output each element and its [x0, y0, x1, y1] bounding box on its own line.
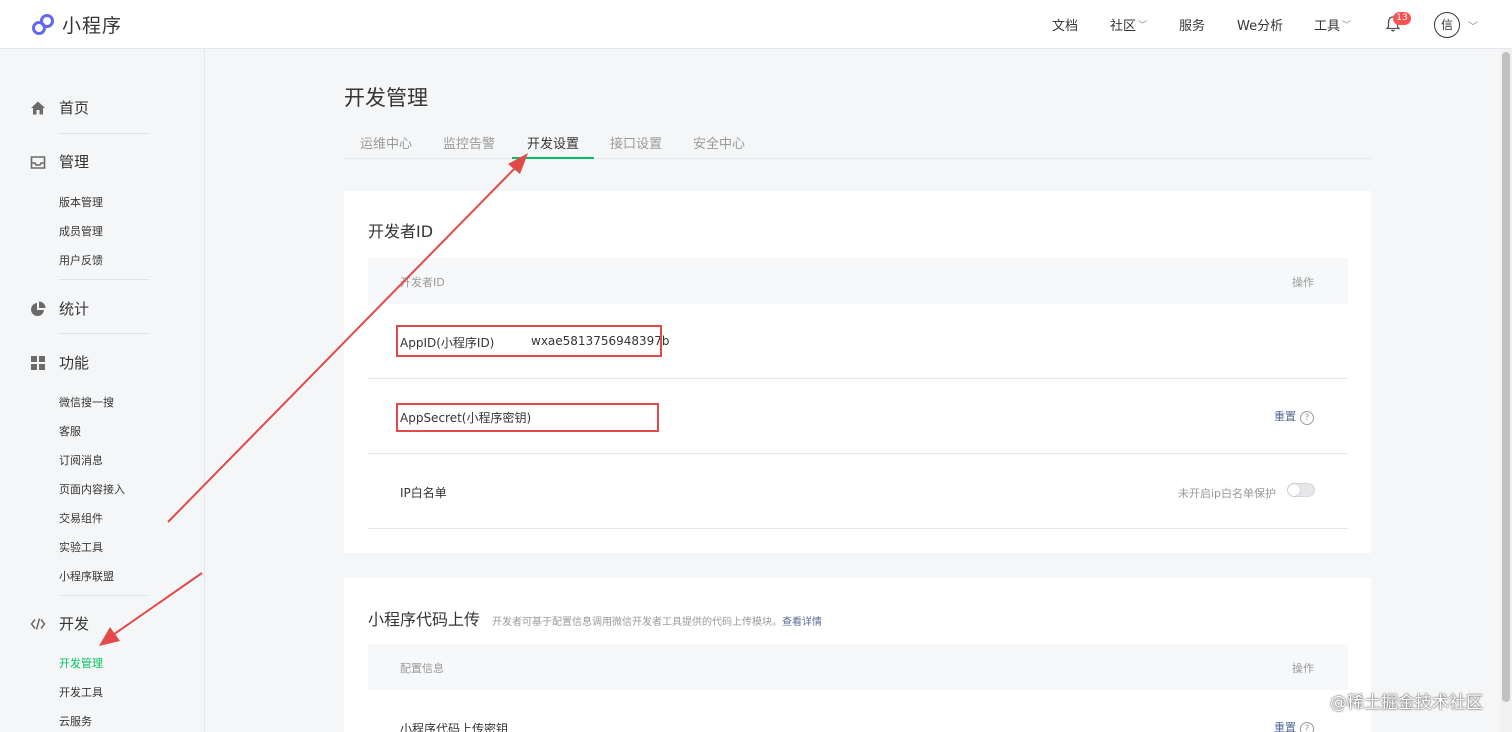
card-title: 小程序代码上传: [368, 610, 481, 629]
grid-icon: [31, 355, 45, 370]
sidebar-item-experiment-tools[interactable]: 实验工具: [59, 539, 103, 555]
table-header: 配置信息 操作: [368, 644, 1348, 690]
table-row-upload-key: 小程序代码上传密钥 重置?: [368, 690, 1348, 732]
divider: [59, 333, 149, 334]
code-upload-card: 小程序代码上传 开发者可基于配置信息调用微信开发者工具提供的代码上传模块。 查看…: [344, 578, 1371, 732]
column-header: 配置信息: [400, 662, 444, 675]
nav-docs-label: 文档: [1052, 18, 1079, 34]
nav-tools-label: 工具: [1314, 18, 1341, 34]
sidebar-item-home[interactable]: 首页: [30, 97, 89, 118]
nav-community-label: 社区: [1110, 18, 1137, 34]
chevron-down-icon: ﹀: [1138, 20, 1148, 31]
nav-docs[interactable]: 文档: [1052, 0, 1078, 48]
sidebar-section-develop[interactable]: 开发: [30, 613, 89, 634]
sidebar-item-label: 首页: [59, 99, 90, 117]
sidebar-item-user-feedback[interactable]: 用户反馈: [59, 252, 103, 268]
divider: [59, 133, 149, 134]
sidebar-item-cloud-service[interactable]: 云服务: [59, 713, 92, 729]
notification-badge: 13: [1393, 12, 1411, 25]
sidebar-item-label: 统计: [59, 300, 90, 318]
column-header: 开发者ID: [400, 276, 445, 289]
upload-key-label: 小程序代码上传密钥: [400, 722, 509, 732]
tab-ops-center[interactable]: 运维中心: [360, 133, 412, 152]
ip-whitelist-toggle[interactable]: [1287, 483, 1315, 497]
scrollbar-thumb[interactable]: [1502, 52, 1510, 702]
developer-id-card: 开发者ID 开发者ID 操作 AppID(小程序ID) wxae58137569…: [344, 191, 1371, 553]
nav-we-analysis-label: We分析: [1237, 18, 1284, 34]
reset-appsecret[interactable]: 重置?: [1274, 408, 1314, 425]
divider: [59, 279, 149, 280]
ip-whitelist-label: IP白名单: [400, 486, 447, 500]
help-icon[interactable]: ?: [1300, 411, 1314, 425]
nav-tools[interactable]: 工具 ﹀: [1314, 0, 1351, 48]
sidebar-item-dev-manage[interactable]: 开发管理: [59, 655, 103, 671]
sidebar-section-features[interactable]: 功能: [30, 352, 89, 373]
active-tab-indicator: [512, 157, 594, 159]
sidebar-section-label: 功能: [59, 354, 90, 372]
ip-whitelist-status: 未开启ip白名单保护: [1178, 487, 1277, 500]
sidebar-item-subscribe-message[interactable]: 订阅消息: [59, 452, 103, 468]
miniprogram-logo-icon: [32, 13, 54, 35]
help-icon[interactable]: ?: [1300, 722, 1314, 732]
reset-upload-key[interactable]: 重置?: [1274, 719, 1314, 732]
nav-services-label: 服务: [1179, 18, 1206, 34]
tab-dev-settings[interactable]: 开发设置: [527, 133, 579, 152]
avatar[interactable]: 信: [1434, 12, 1460, 38]
sidebar-item-dev-tools[interactable]: 开发工具: [59, 684, 103, 700]
tab-bar: 运维中心 监控告警 开发设置 接口设置 安全中心: [344, 124, 1371, 159]
page-title: 开发管理: [344, 86, 428, 110]
home-icon: [31, 101, 45, 114]
annotation-box-appid: [396, 325, 662, 357]
card-title: 开发者ID: [368, 222, 434, 241]
pie-chart-icon: [31, 301, 46, 316]
sidebar-item-page-content[interactable]: 页面内容接入: [59, 481, 125, 497]
sidebar-item-statistics[interactable]: 统计: [30, 298, 89, 319]
top-bar: 小程序 文档 社区 ﹀ 服务 We分析 工具 ﹀ 13 信 ﹀: [0, 0, 1512, 49]
nav-community[interactable]: 社区 ﹀: [1110, 0, 1147, 48]
divider: [59, 595, 149, 596]
sidebar-section-label: 开发: [59, 615, 90, 633]
reset-link[interactable]: 重置: [1274, 721, 1296, 732]
chevron-down-icon: ﹀: [1342, 20, 1352, 31]
app-logo[interactable]: 小程序: [30, 11, 122, 38]
column-header: 操作: [1292, 662, 1314, 675]
sidebar-item-wechat-search[interactable]: 微信搜一搜: [59, 394, 114, 410]
tab-security-center[interactable]: 安全中心: [693, 133, 745, 152]
card-description: 开发者可基于配置信息调用微信开发者工具提供的代码上传模块。: [492, 617, 783, 628]
app-title: 小程序: [62, 15, 123, 37]
chevron-down-icon[interactable]: ﹀: [1468, 18, 1478, 33]
view-details-link[interactable]: 查看详情: [782, 613, 822, 628]
nav-services[interactable]: 服务: [1179, 0, 1205, 48]
card-title-row: 小程序代码上传 开发者可基于配置信息调用微信开发者工具提供的代码上传模块。 查看…: [368, 606, 822, 630]
annotation-box-appsecret: [396, 403, 659, 432]
sidebar-item-trade-component[interactable]: 交易组件: [59, 510, 103, 526]
inbox-icon: [30, 155, 46, 169]
sidebar-item-miniprogram-alliance[interactable]: 小程序联盟: [59, 568, 114, 584]
table-header: 开发者ID 操作: [368, 258, 1348, 304]
tab-api-settings[interactable]: 接口设置: [610, 133, 662, 152]
sidebar-item-member-manage[interactable]: 成员管理: [59, 223, 103, 239]
reset-link[interactable]: 重置: [1274, 410, 1296, 423]
code-icon: [30, 617, 46, 630]
tab-monitor-alert[interactable]: 监控告警: [443, 133, 495, 152]
sidebar-section-label: 管理: [59, 153, 90, 171]
watermark: @稀土掘金技术社区: [1330, 693, 1483, 713]
sidebar-item-version-manage[interactable]: 版本管理: [59, 194, 103, 210]
table-row-ip-whitelist: IP白名单 未开启ip白名单保护: [368, 454, 1348, 529]
nav-we-analysis[interactable]: We分析: [1237, 0, 1283, 48]
column-header: 操作: [1292, 276, 1314, 289]
sidebar-item-customer-service[interactable]: 客服: [59, 423, 81, 439]
sidebar: 首页 管理 版本管理 成员管理 用户反馈 统计 功能 微信搜一搜 客服 订阅消息…: [0, 49, 205, 732]
sidebar-section-manage[interactable]: 管理: [30, 151, 89, 172]
